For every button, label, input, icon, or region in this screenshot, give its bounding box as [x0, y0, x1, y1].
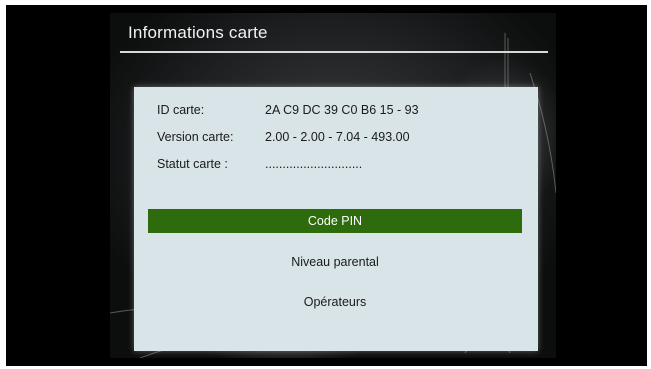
card-version-value: 2.00 - 2.00 - 7.04 - 493.00: [265, 130, 410, 144]
title-divider: [120, 51, 548, 53]
menu-item-operateurs[interactable]: Opérateurs: [148, 290, 522, 314]
menu-item-code-pin[interactable]: Code PIN: [148, 209, 522, 233]
card-version-label: Version carte:: [157, 130, 234, 144]
page-title: Informations carte: [128, 23, 268, 42]
menu-item-niveau-parental[interactable]: Niveau parental: [148, 250, 522, 274]
screen: Informations carte ID carte: 2A C9 DC 39…: [110, 13, 556, 358]
card-status-value: ............................: [265, 157, 363, 171]
card-id-value: 2A C9 DC 39 C0 B6 15 - 93: [265, 103, 419, 117]
tv-frame: Informations carte ID carte: 2A C9 DC 39…: [6, 5, 647, 366]
card-info-panel: ID carte: 2A C9 DC 39 C0 B6 15 - 93 Vers…: [134, 87, 538, 351]
card-id-label: ID carte:: [157, 103, 205, 117]
card-status-label: Statut carte :: [157, 157, 228, 171]
